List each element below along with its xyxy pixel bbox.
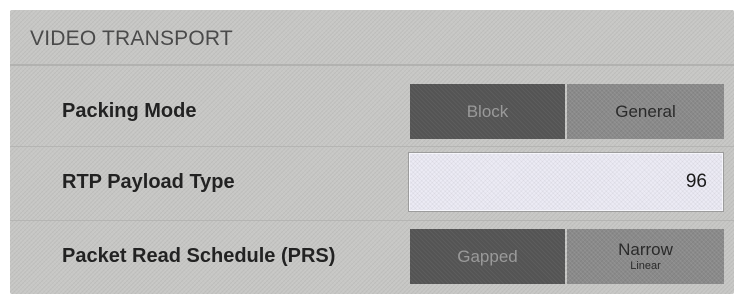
packet-read-schedule-label: Packet Read Schedule (PRS) bbox=[62, 245, 336, 267]
prs-gapped-button[interactable]: Gapped bbox=[410, 229, 565, 284]
prs-narrow-linear-button[interactable]: Narrow Linear bbox=[567, 229, 724, 284]
packing-mode-general-button[interactable]: General bbox=[567, 84, 724, 139]
prs-gapped-label: Gapped bbox=[457, 246, 518, 266]
panel-header: VIDEO TRANSPORT bbox=[10, 10, 734, 66]
rtp-payload-type-row: RTP Payload Type 96 bbox=[10, 152, 734, 212]
rtp-payload-type-label: RTP Payload Type bbox=[62, 171, 235, 193]
packing-mode-general-label: General bbox=[615, 101, 676, 121]
row-divider bbox=[10, 220, 734, 221]
prs-narrow-label: Narrow bbox=[618, 240, 673, 259]
rtp-payload-type-input[interactable]: 96 bbox=[408, 152, 724, 212]
video-transport-panel: VIDEO TRANSPORT Packing Mode Block Gener… bbox=[10, 10, 734, 294]
prs-linear-sublabel: Linear bbox=[630, 260, 661, 272]
row-divider bbox=[10, 146, 734, 147]
packing-mode-block-label: Block bbox=[466, 101, 509, 121]
panel-title: VIDEO TRANSPORT bbox=[30, 27, 233, 50]
packing-mode-label: Packing Mode bbox=[62, 100, 197, 122]
packet-read-schedule-row: Packet Read Schedule (PRS) Gapped Narrow… bbox=[10, 229, 734, 284]
packing-mode-row: Packing Mode Block General bbox=[10, 84, 734, 139]
packing-mode-block-button[interactable]: Block bbox=[410, 84, 565, 139]
